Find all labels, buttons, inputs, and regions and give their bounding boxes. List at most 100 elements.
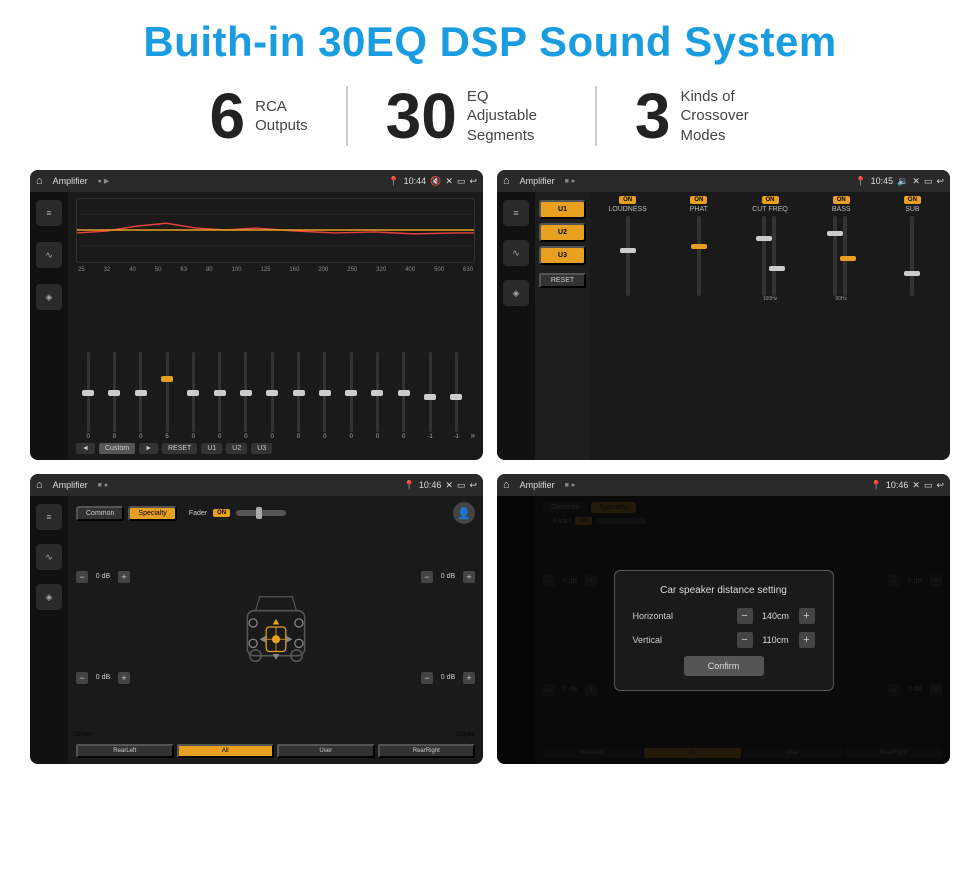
fader-slider[interactable]	[236, 510, 286, 516]
expand-icon[interactable]: »	[470, 431, 474, 440]
sub-slider-svg[interactable]	[901, 216, 923, 296]
cutfreq-on-badge[interactable]: ON	[762, 196, 779, 204]
eq-slider-14[interactable]: -1	[444, 352, 468, 440]
crossover-filter-icon[interactable]: ≡	[503, 200, 529, 226]
fader-thumb	[256, 507, 262, 519]
eq-slider-8[interactable]: 0	[286, 352, 310, 440]
copilot-label: Copilot	[456, 732, 475, 738]
eq-area: 253240506380100125160200250320400500630 …	[68, 192, 483, 460]
confirm-button[interactable]: Confirm	[684, 656, 764, 676]
bass-slider-svg[interactable]	[826, 216, 856, 296]
dialog-horizontal-control: − 140cm +	[737, 608, 815, 624]
loudness-on-badge[interactable]: ON	[619, 196, 636, 204]
speaker-balance-icon[interactable]: ◈	[36, 584, 62, 610]
eq-custom-btn[interactable]: Custom	[99, 443, 135, 454]
preset-u2-btn[interactable]: U2	[539, 223, 586, 242]
crossover-reset-btn[interactable]: RESET	[539, 273, 586, 288]
eq-u2-btn[interactable]: U2	[226, 443, 247, 454]
screen2-vol-icon: 🔉	[897, 176, 908, 187]
eq-slider-2[interactable]: 0	[129, 352, 153, 440]
vol-fr-plus[interactable]: +	[463, 571, 475, 583]
screen4-back-icon[interactable]: ↩	[936, 480, 944, 491]
loudness-slider-svg[interactable]: 0	[617, 216, 639, 296]
speaker-wave-icon[interactable]: ∿	[36, 544, 62, 570]
all-btn[interactable]: All	[177, 744, 275, 758]
phat-on-badge[interactable]: ON	[690, 196, 707, 204]
screen2-dots: ■ ●	[565, 178, 575, 185]
eq-slider-11[interactable]: 0	[365, 352, 389, 440]
vol-rl-value: 0 dB	[91, 674, 115, 681]
screen3-back-icon[interactable]: ↩	[469, 480, 477, 491]
bass-on-badge[interactable]: ON	[833, 196, 850, 204]
eq-volume-icon[interactable]: ◈	[36, 284, 62, 310]
eq-slider-13[interactable]: -1	[418, 352, 442, 440]
vol-rr-plus[interactable]: +	[463, 672, 475, 684]
speaker-filter-icon[interactable]: ≡	[36, 504, 62, 530]
vertical-plus-btn[interactable]: +	[799, 632, 815, 648]
eq-slider-10[interactable]: 0	[339, 352, 363, 440]
vol-rl-minus[interactable]: −	[76, 672, 88, 684]
page-wrapper: Buith-in 30EQ DSP Sound System 6 RCAOutp…	[0, 0, 980, 881]
screen3-side-controls: ≡ ∿ ◈	[30, 496, 68, 764]
rearleft-btn[interactable]: RearLeft	[76, 744, 174, 758]
eq-next-btn[interactable]: ►	[139, 443, 158, 454]
screen2-home-icon[interactable]: ⌂	[503, 175, 510, 187]
stat-crossover-label: Kinds ofCrossover Modes	[680, 87, 770, 146]
vertical-minus-btn[interactable]: −	[737, 632, 753, 648]
eq-prev-btn[interactable]: ◄	[76, 443, 95, 454]
eq-bottom-bar: ◄ Custom ► RESET U1 U2 U3	[76, 443, 475, 454]
phat-slider-svg[interactable]	[688, 216, 710, 296]
eq-slider-5[interactable]: 0	[207, 352, 231, 440]
vol-fr-minus[interactable]: −	[421, 571, 433, 583]
person-icon[interactable]: 👤	[453, 502, 475, 524]
tab-common-btn[interactable]: Common	[76, 506, 124, 521]
stat-eq-label: EQ AdjustableSegments	[467, 87, 557, 146]
tab-specialty-btn[interactable]: Specialty	[128, 506, 176, 521]
sub-on-badge[interactable]: ON	[904, 196, 921, 204]
cutfreq-slider-svg[interactable]	[755, 216, 785, 296]
crossover-vol-icon[interactable]: ◈	[503, 280, 529, 306]
driver-label: Driver	[76, 732, 92, 738]
horizontal-plus-btn[interactable]: +	[799, 608, 815, 624]
fader-on-badge[interactable]: ON	[213, 509, 230, 517]
vol-rr-minus[interactable]: −	[421, 672, 433, 684]
eq-slider-7[interactable]: 0	[260, 352, 284, 440]
screen4-home-icon[interactable]: ⌂	[503, 479, 510, 491]
screen4-time: 10:46	[886, 480, 909, 491]
screen-distance: ⌂ Amplifier ■ ● 📍 10:46 ✕ ▭ ↩ Comm	[497, 474, 950, 764]
vol-fl-plus[interactable]: +	[118, 571, 130, 583]
screen2-content: ≡ ∿ ◈ U1 U2 U3 RESET ON LOUDNESS	[497, 192, 950, 460]
loudness-title: LOUDNESS	[608, 206, 647, 213]
vol-fl-minus[interactable]: −	[76, 571, 88, 583]
preset-u1-btn[interactable]: U1	[539, 200, 586, 219]
rearright-btn[interactable]: RearRight	[378, 744, 476, 758]
screen2-back-icon[interactable]: ↩	[936, 176, 944, 187]
home-icon[interactable]: ⌂	[36, 175, 43, 187]
user-btn[interactable]: User	[277, 744, 375, 758]
eq-slider-4[interactable]: 0	[181, 352, 205, 440]
screen4-location-icon: 📍	[871, 480, 882, 491]
eq-wave-icon[interactable]: ∿	[36, 242, 62, 268]
vol-control-fl: − 0 dB +	[76, 571, 130, 583]
vol-rl-plus[interactable]: +	[118, 672, 130, 684]
horizontal-minus-btn[interactable]: −	[737, 608, 753, 624]
eq-slider-3[interactable]: 5	[155, 352, 179, 440]
screen1-back-icon[interactable]: ↩	[469, 176, 477, 187]
eq-u3-btn[interactable]: U3	[251, 443, 272, 454]
screen3-home-icon[interactable]: ⌂	[36, 479, 43, 491]
screen3-content: ≡ ∿ ◈ Common Specialty Fader ON	[30, 496, 483, 764]
vol-fl-value: 0 dB	[91, 573, 115, 580]
eq-reset-btn[interactable]: RESET	[162, 443, 197, 454]
stat-rca: 6 RCAOutputs	[172, 84, 346, 148]
right-volume-col: − 0 dB + − 0 dB +	[421, 528, 475, 726]
eq-slider-6[interactable]: 0	[234, 352, 258, 440]
eq-slider-0[interactable]: 0	[76, 352, 100, 440]
crossover-wave-icon[interactable]: ∿	[503, 240, 529, 266]
screen2-location-icon: 📍	[855, 176, 866, 187]
eq-slider-9[interactable]: 0	[313, 352, 337, 440]
eq-slider-12[interactable]: 0	[392, 352, 416, 440]
eq-u1-btn[interactable]: U1	[201, 443, 222, 454]
eq-slider-1[interactable]: 0	[102, 352, 126, 440]
preset-u3-btn[interactable]: U3	[539, 246, 586, 265]
eq-filter-icon[interactable]: ≡	[36, 200, 62, 226]
